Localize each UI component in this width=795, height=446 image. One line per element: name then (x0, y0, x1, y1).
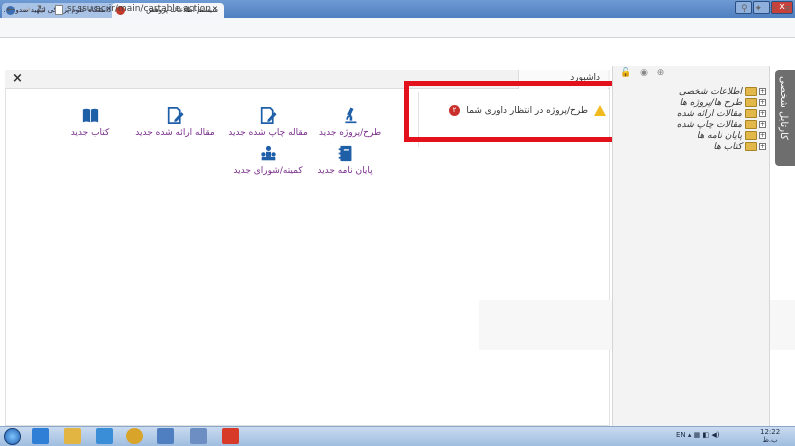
new-book-shortcut[interactable]: کتاب جدید (42, 106, 138, 138)
tree-item-label: طرح ها/پروژه ها (679, 97, 742, 108)
folder-icon (745, 131, 757, 140)
new-thesis-shortcut[interactable]: پایان نامه جدید (297, 144, 393, 176)
forward-arrow-icon[interactable]: → (22, 3, 31, 16)
shortcut-label: طرح/پروژه جدید (318, 128, 382, 138)
tab-close-icon[interactable]: ✕ (212, 5, 218, 13)
tray-icons[interactable]: ▴ ▦ ◧ ◀) (688, 431, 720, 439)
red-highlight-box (404, 81, 633, 142)
expand-icon[interactable]: + (759, 143, 766, 150)
new-presented-article-shortcut[interactable]: مقاله ارائه شده جدید (127, 106, 223, 138)
committee-icon (260, 145, 276, 161)
clock[interactable]: 12:22 ب.ظ (760, 428, 780, 444)
edit-document-icon (167, 107, 184, 124)
expand-icon[interactable]: + (759, 121, 766, 128)
cartable-tree: + اطلاعات شخصی + طرح ها/پروژه ها + مقالا… (622, 86, 766, 152)
address-toolbar (0, 18, 795, 38)
expand-icon[interactable]: + (759, 110, 766, 117)
file-explorer-icon[interactable] (64, 428, 81, 444)
folder-icon (745, 109, 757, 118)
side-tab-label: کارتابل شخصی (778, 76, 789, 140)
shortcut-label: کتاب جدید (70, 128, 110, 138)
panel-tool-icons[interactable]: 🔓 ◉ ⊕ (620, 68, 667, 78)
page-icon (55, 5, 63, 15)
tree-item-label: پایان نامه ها (696, 130, 742, 141)
expand-icon[interactable]: + (759, 132, 766, 139)
word-icon[interactable] (190, 428, 207, 444)
shortcut-label: پایان نامه جدید (317, 166, 373, 176)
shortcut-label: مقاله ارائه شده جدید (135, 128, 215, 138)
tree-item-presented-articles[interactable]: + مقالات ارائه شده (622, 108, 766, 119)
clock-period: ب.ظ (762, 436, 778, 444)
folder-icon (745, 142, 757, 151)
expand-icon[interactable]: + (759, 88, 766, 95)
folder-icon (745, 98, 757, 107)
media-player-icon[interactable] (96, 428, 113, 444)
folder-icon (745, 120, 757, 129)
new-project-shortcut[interactable]: طرح/پروژه جدید (302, 106, 398, 138)
notebook-icon (338, 145, 351, 162)
start-button[interactable] (4, 428, 21, 445)
pdf-reader-icon[interactable] (222, 428, 239, 444)
internet-explorer-icon[interactable] (32, 428, 49, 444)
edit-document-icon (260, 107, 277, 124)
tree-item-label: کتاب ها (713, 141, 742, 152)
close-icon[interactable]: × (12, 71, 23, 86)
tree-item-label: اطلاعات شخصی (678, 86, 742, 97)
tree-item-projects[interactable]: + طرح ها/پروژه ها (622, 97, 766, 108)
chrome-icon[interactable] (126, 428, 143, 444)
expand-icon[interactable]: + (759, 99, 766, 106)
tree-item-personal-info[interactable]: + اطلاعات شخصی (622, 86, 766, 97)
tree-item-published-articles[interactable]: + مقالات چاپ شده (622, 119, 766, 130)
book-icon (82, 108, 98, 123)
reload-icon[interactable]: ↻ (37, 3, 46, 16)
clock-time: 12:22 (760, 428, 781, 436)
microscope-icon (344, 107, 356, 124)
tree-item-label: مقالات ارائه شده (676, 108, 742, 119)
back-arrow-icon[interactable]: ← (6, 3, 15, 16)
browser-menu-icons[interactable]: ⚲ ✦ ☆ ≡ (741, 4, 793, 14)
system-tray[interactable]: EN ▴ ▦ ◧ ◀) (676, 431, 719, 439)
folder-icon (745, 87, 757, 96)
tree-item-books[interactable]: + کتاب ها (622, 141, 766, 152)
language-indicator[interactable]: EN (676, 431, 686, 439)
personal-cartable-tab[interactable]: کارتابل شخصی (775, 70, 795, 166)
url-field[interactable]: sr.ssu.ac.ir/main/cartable.action (67, 4, 211, 14)
mail-icon[interactable] (157, 428, 174, 444)
tree-item-label: مقالات چاپ شده (676, 119, 742, 130)
tree-item-theses[interactable]: + پایان نامه ها (622, 130, 766, 141)
